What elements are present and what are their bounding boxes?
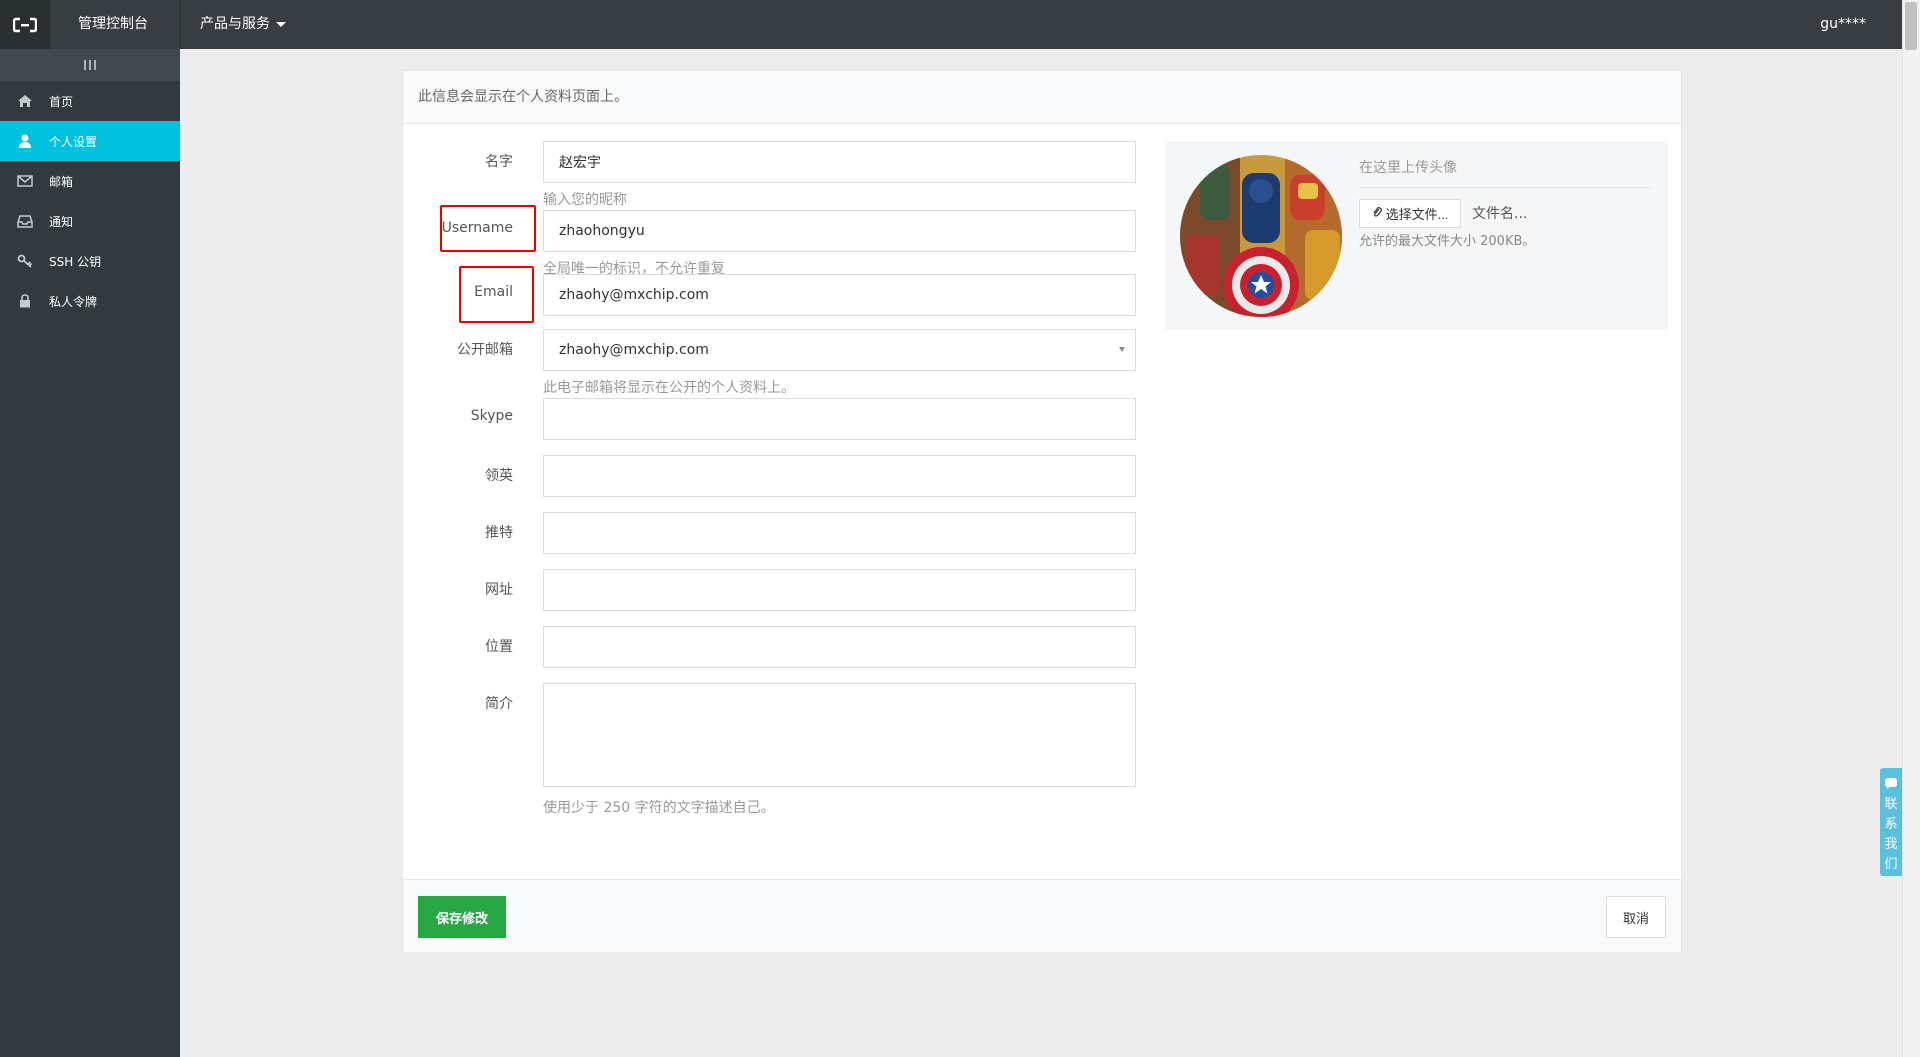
logo-icon[interactable] [0,0,50,49]
avatar-upload-title: 在这里上传头像 [1359,160,1457,176]
public-email-select[interactable]: zhaohy@mxchip.com [543,329,1136,371]
scrollbar-thumb[interactable] [1905,2,1917,50]
email-label: Email [474,284,513,300]
cancel-button[interactable]: 取消 [1606,896,1666,938]
envelope-icon [16,172,34,190]
file-size-hint: 允许的最大文件大小 200KB。 [1359,234,1536,249]
username-input[interactable] [543,210,1136,252]
name-label: 名字 [485,154,513,170]
menu-toggle-icon [84,60,96,70]
public-email-selected-value: zhaohy@mxchip.com [559,342,709,358]
products-services-label: 产品与服务 [200,16,270,32]
username-label: Username [441,220,513,236]
profile-form: 名字 输入您的昵称 Username 全局唯一的标识，不允许重复 Email 公… [403,124,1683,866]
paperclip-icon [1372,206,1382,221]
bio-label: 简介 [485,696,513,712]
sidebar-toggle[interactable] [0,49,180,81]
select-arrow-icon [1119,347,1125,352]
contact-us-label: 联系我们 [1884,797,1898,872]
console-title[interactable]: 管理控制台 [78,0,148,49]
inbox-icon [16,212,34,230]
top-navbar: 管理控制台 产品与服务 gu**** [0,0,1902,49]
sidebar-item-label: 首页 [49,94,74,109]
lock-icon [16,292,34,310]
sidebar-item-label: 私人令牌 [49,294,98,309]
sidebar-item-label: SSH 公钥 [49,254,102,269]
avatar-divider [1359,187,1651,188]
choose-file-label: 选择文件... [1385,207,1449,222]
page-scrollbar[interactable] [1902,0,1920,1057]
chevron-down-icon [276,22,286,27]
sidebar-item-private-tokens[interactable]: 私人令牌 [0,281,180,321]
form-actions-footer: 保存修改 取消 [403,879,1681,952]
public-email-label: 公开邮箱 [457,342,513,358]
key-icon [16,252,34,270]
chat-icon [1884,774,1898,793]
selected-file-name: 文件名... [1472,206,1528,222]
linkedin-input[interactable] [543,455,1136,497]
save-changes-button[interactable]: 保存修改 [418,896,506,938]
skype-input[interactable] [543,398,1136,440]
name-help-text: 输入您的昵称 [543,192,627,208]
profile-settings-panel: 此信息会显示在个人资料页面上。 名字 输入您的昵称 Username 全局唯一的… [402,70,1682,952]
bio-help-text: 使用少于 250 字符的文字描述自己。 [543,800,775,816]
avatar-upload-card: 在这里上传头像 选择文件... 文件名... 允许的最大文件大小 200KB。 [1165,141,1668,330]
sidebar-item-label: 个人设置 [49,134,98,149]
linkedin-label: 领英 [485,468,513,484]
user-menu[interactable]: gu**** [1820,0,1866,49]
sidebar-item-home[interactable]: 首页 [0,81,180,121]
panel-header-info: 此信息会显示在个人资料页面上。 [403,71,1681,124]
skype-label: Skype [470,408,513,424]
products-services-menu[interactable]: 产品与服务 [200,0,286,49]
twitter-input[interactable] [543,512,1136,554]
sidebar-item-email[interactable]: 邮箱 [0,161,180,201]
location-input[interactable] [543,626,1136,668]
name-input[interactable] [543,141,1136,183]
sidebar: 首页 个人设置 邮箱 通知 SSH 公钥 私人令牌 [0,49,180,1057]
twitter-label: 推特 [485,525,513,541]
sidebar-item-notifications[interactable]: 通知 [0,201,180,241]
bio-textarea[interactable] [543,683,1136,787]
home-icon [16,92,34,110]
website-input[interactable] [543,569,1136,611]
sidebar-item-ssh-keys[interactable]: SSH 公钥 [0,241,180,281]
email-input[interactable] [543,274,1136,316]
public-email-help-text: 此电子邮箱将显示在公开的个人资料上。 [543,380,795,396]
topbar-divider [180,0,181,49]
choose-file-button[interactable]: 选择文件... [1359,199,1461,228]
contact-us-tab[interactable]: 联系我们 [1880,768,1902,876]
sidebar-item-label: 通知 [49,214,74,229]
user-icon [16,132,34,150]
avatar [1180,155,1342,317]
sidebar-item-label: 邮箱 [49,174,74,189]
location-label: 位置 [485,639,513,655]
sidebar-item-profile-settings[interactable]: 个人设置 [0,121,180,161]
website-label: 网址 [485,582,513,598]
